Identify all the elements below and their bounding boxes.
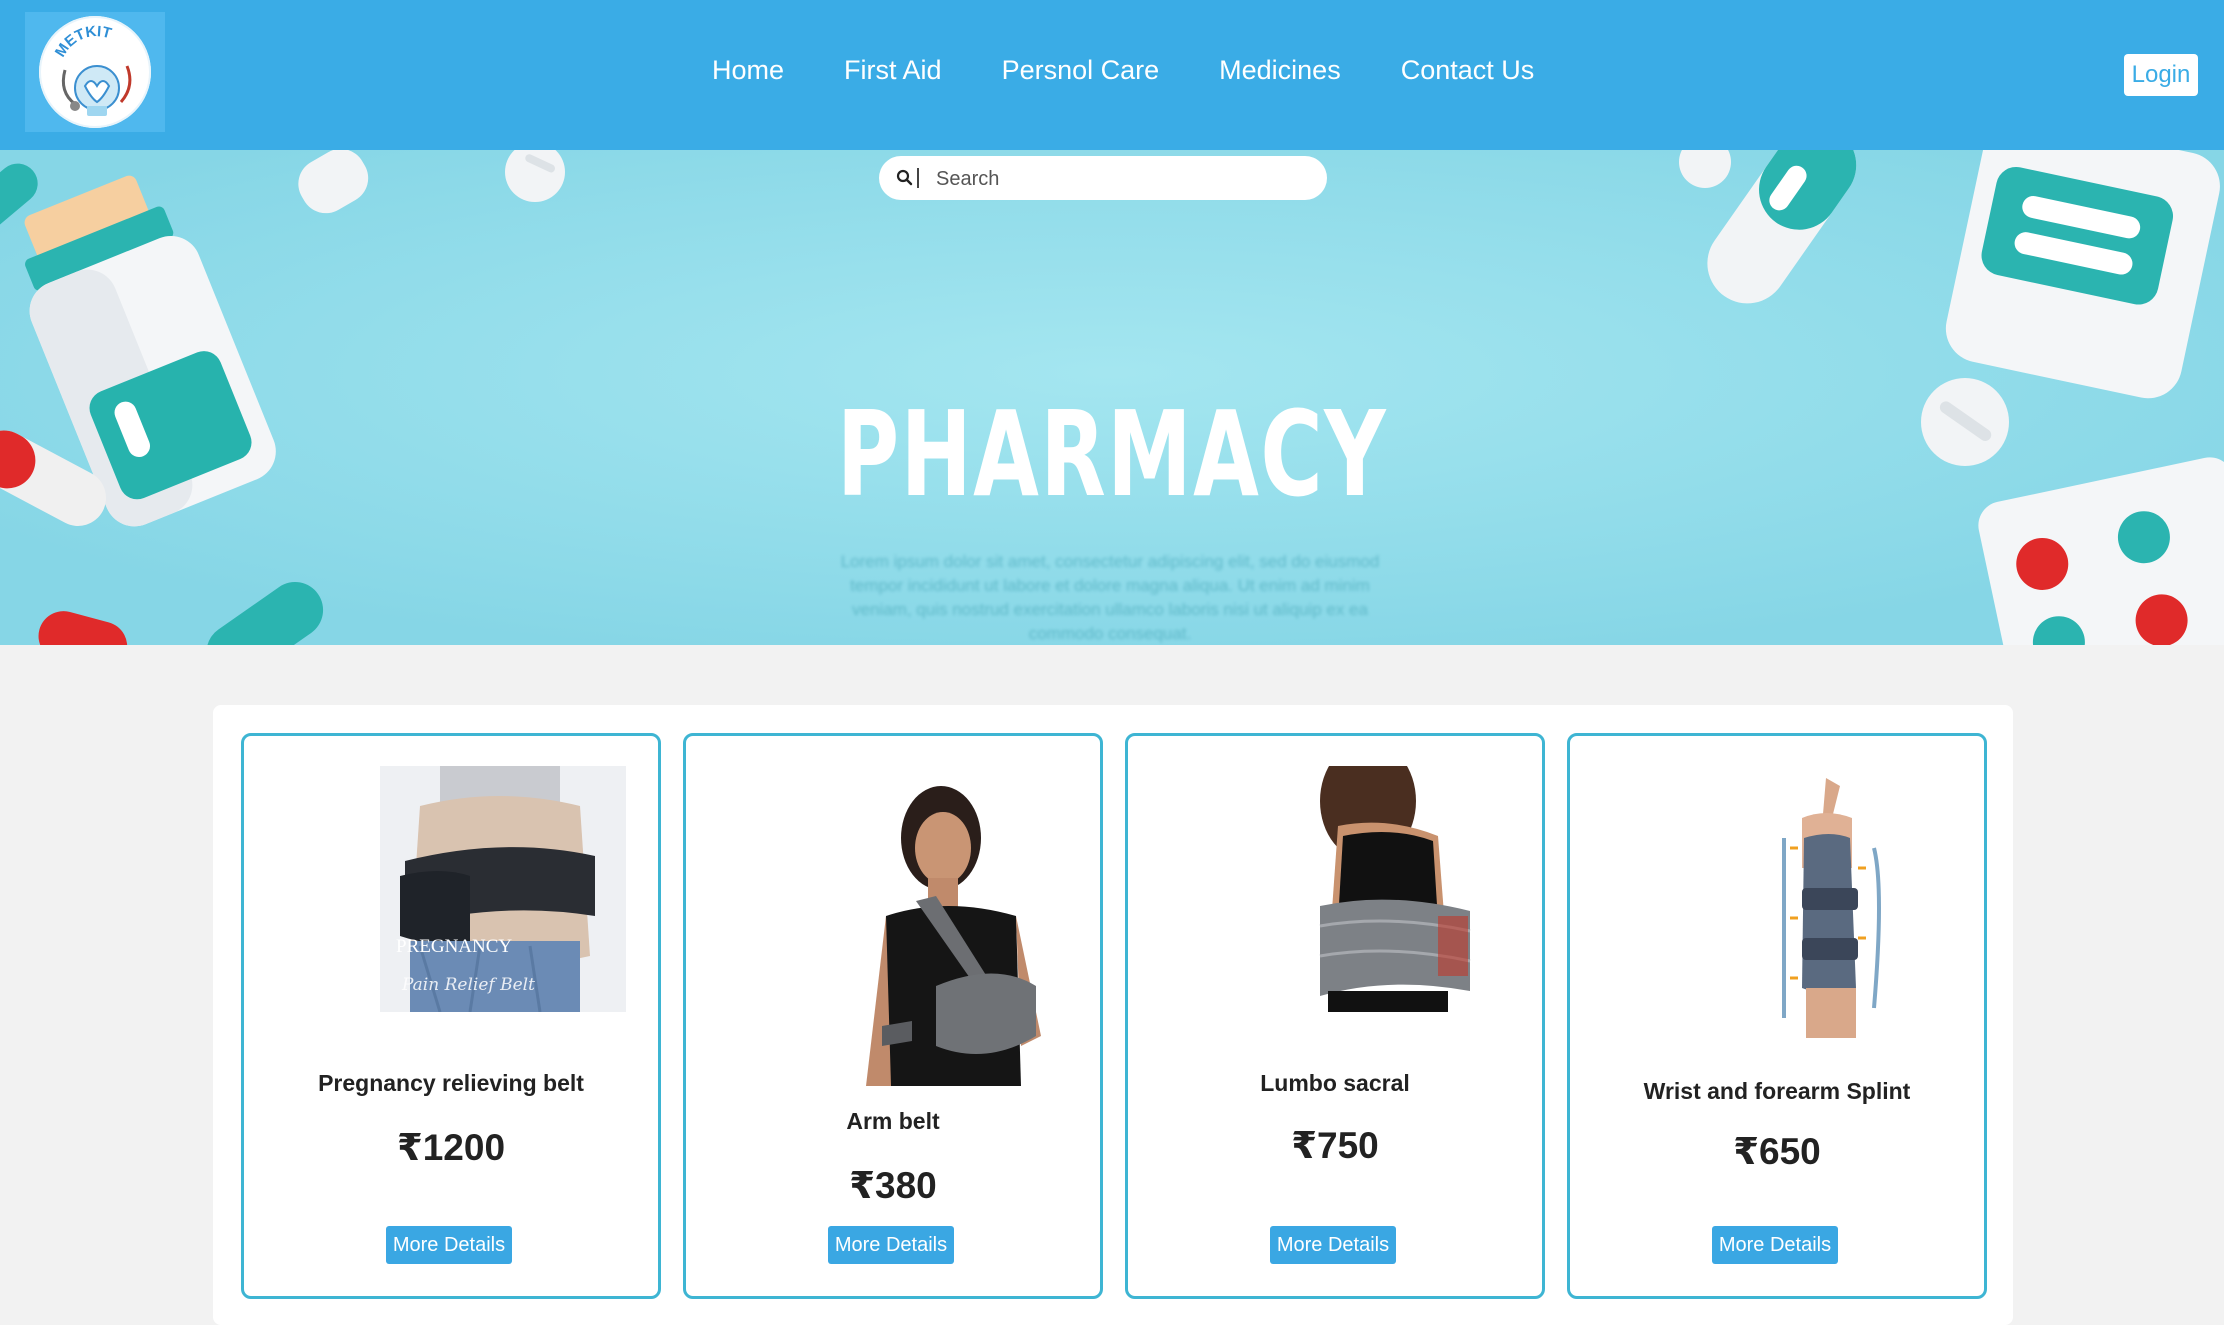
svg-text:METKIT: METKIT <box>52 23 113 60</box>
top-navbar: METKIT Home First Aid Persnol Care Medic… <box>0 0 2224 150</box>
product-price: ₹1200 <box>396 1127 506 1168</box>
nav-home[interactable]: Home <box>712 55 784 86</box>
product-image-wrist-splint <box>1766 778 1896 1038</box>
main-nav: Home First Aid Persnol Care Medicines Co… <box>712 55 1594 86</box>
more-details-button[interactable]: More Details <box>828 1226 954 1264</box>
login-button[interactable]: Login <box>2124 54 2198 96</box>
nav-persnol-care[interactable]: Persnol Care <box>1002 55 1160 86</box>
product-card-arm-belt[interactable]: Arm belt ₹380 More Details <box>683 733 1103 1299</box>
product-card-pregnancy-belt[interactable]: PREGNANCY Pain Relief Belt Pregnancy rel… <box>241 733 661 1299</box>
search-divider <box>917 168 919 188</box>
hero-title: PHARMACY <box>836 385 1388 523</box>
nav-first-aid[interactable]: First Aid <box>844 55 942 86</box>
search-bar <box>879 156 1327 200</box>
product-price: ₹750 <box>1291 1125 1379 1166</box>
product-name: Lumbo sacral <box>1260 1070 1410 1096</box>
more-details-button[interactable]: More Details <box>1270 1226 1396 1264</box>
more-details-button[interactable]: More Details <box>386 1226 512 1264</box>
product-name: Pregnancy relieving belt <box>318 1070 584 1096</box>
more-details-button[interactable]: More Details <box>1712 1226 1838 1264</box>
product-image-lumbo-sacral <box>1298 741 1478 1012</box>
product-name: Wrist and forearm Splint <box>1643 1078 1911 1104</box>
image-caption-text: PREGNANCY <box>396 936 512 957</box>
product-price: ₹380 <box>849 1165 937 1206</box>
image-script-text: Pain Relief Belt <box>401 975 535 995</box>
hero-banner: PHARMACY Lorem ipsum dolor sit amet, con… <box>0 150 2224 645</box>
product-card-lumbo-sacral[interactable]: Lumbo sacral ₹750 More Details <box>1125 733 1545 1299</box>
logo-text: METKIT <box>52 23 113 60</box>
product-image-pregnancy-belt: PREGNANCY Pain Relief Belt <box>380 766 626 1013</box>
logo-emblem: METKIT <box>39 16 151 128</box>
search-icon[interactable] <box>893 165 919 191</box>
nav-contact-us[interactable]: Contact Us <box>1401 55 1535 86</box>
nav-medicines[interactable]: Medicines <box>1219 55 1341 86</box>
search-input[interactable] <box>934 162 1308 196</box>
product-name: Arm belt <box>846 1108 940 1134</box>
hero-blurred-text: Lorem ipsum dolor sit amet, consectetur … <box>840 552 1380 643</box>
product-card-wrist-splint[interactable]: Wrist and forearm Splint ₹650 More Detai… <box>1567 733 1987 1299</box>
site-logo[interactable]: METKIT <box>25 12 165 132</box>
product-image-arm-belt <box>846 776 1046 1086</box>
product-price: ₹650 <box>1733 1131 1821 1172</box>
products-section: PREGNANCY Pain Relief Belt Pregnancy rel… <box>213 705 2013 1325</box>
